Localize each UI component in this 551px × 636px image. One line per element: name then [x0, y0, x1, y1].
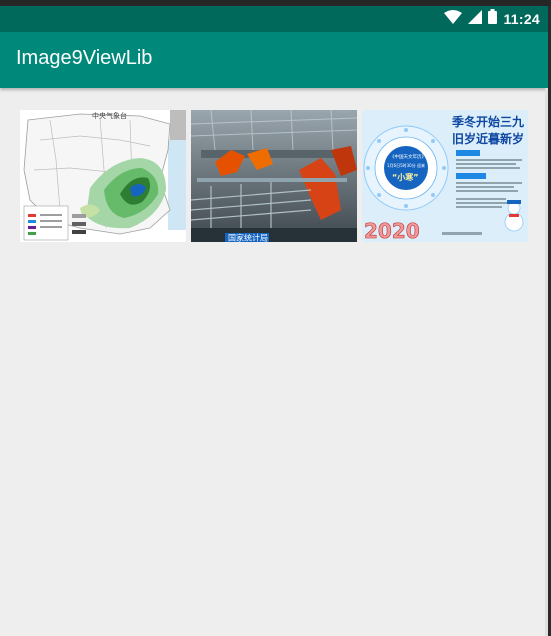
scroll-track	[545, 88, 548, 636]
app-bar: Image9ViewLib	[0, 32, 548, 88]
device-screen: 11:24 Image9ViewLib 中央气象台 国家统计局 《中国天文年历》…	[0, 6, 548, 636]
poster-term: “小寒”	[392, 172, 419, 182]
status-icons: 11:24	[444, 9, 540, 29]
status-bar: 11:24	[0, 6, 548, 32]
clock-time: 11:24	[503, 11, 540, 27]
poster-headline-2: 旧岁近暮新岁	[452, 131, 524, 146]
factory-caption: 国家统计局	[228, 233, 268, 243]
poster-center-title: 《中国天文年历》	[390, 153, 426, 160]
battery-icon	[488, 9, 498, 29]
weather-map-title: 中央气象台	[92, 111, 127, 120]
cell-signal-icon	[468, 9, 483, 29]
app-title: Image9ViewLib	[16, 47, 153, 69]
poster-year: 2020	[364, 219, 420, 242]
wifi-icon	[444, 9, 463, 29]
factory-robots-image[interactable]: 国家统计局	[191, 110, 357, 242]
poster-center-line: 1月6日5时30分 迎来	[387, 162, 425, 168]
poster-headline-1: 季冬开始三九	[451, 114, 524, 129]
weather-map-image[interactable]: 中央气象台	[20, 110, 186, 242]
image-grid: 中央气象台 国家统计局 《中国天文年历》 1月6日5时30分 迎来 “小寒” 季…	[20, 110, 528, 242]
solar-term-poster-image[interactable]: 《中国天文年历》 1月6日5时30分 迎来 “小寒” 季冬开始三九 旧岁近暮新岁	[362, 110, 528, 242]
